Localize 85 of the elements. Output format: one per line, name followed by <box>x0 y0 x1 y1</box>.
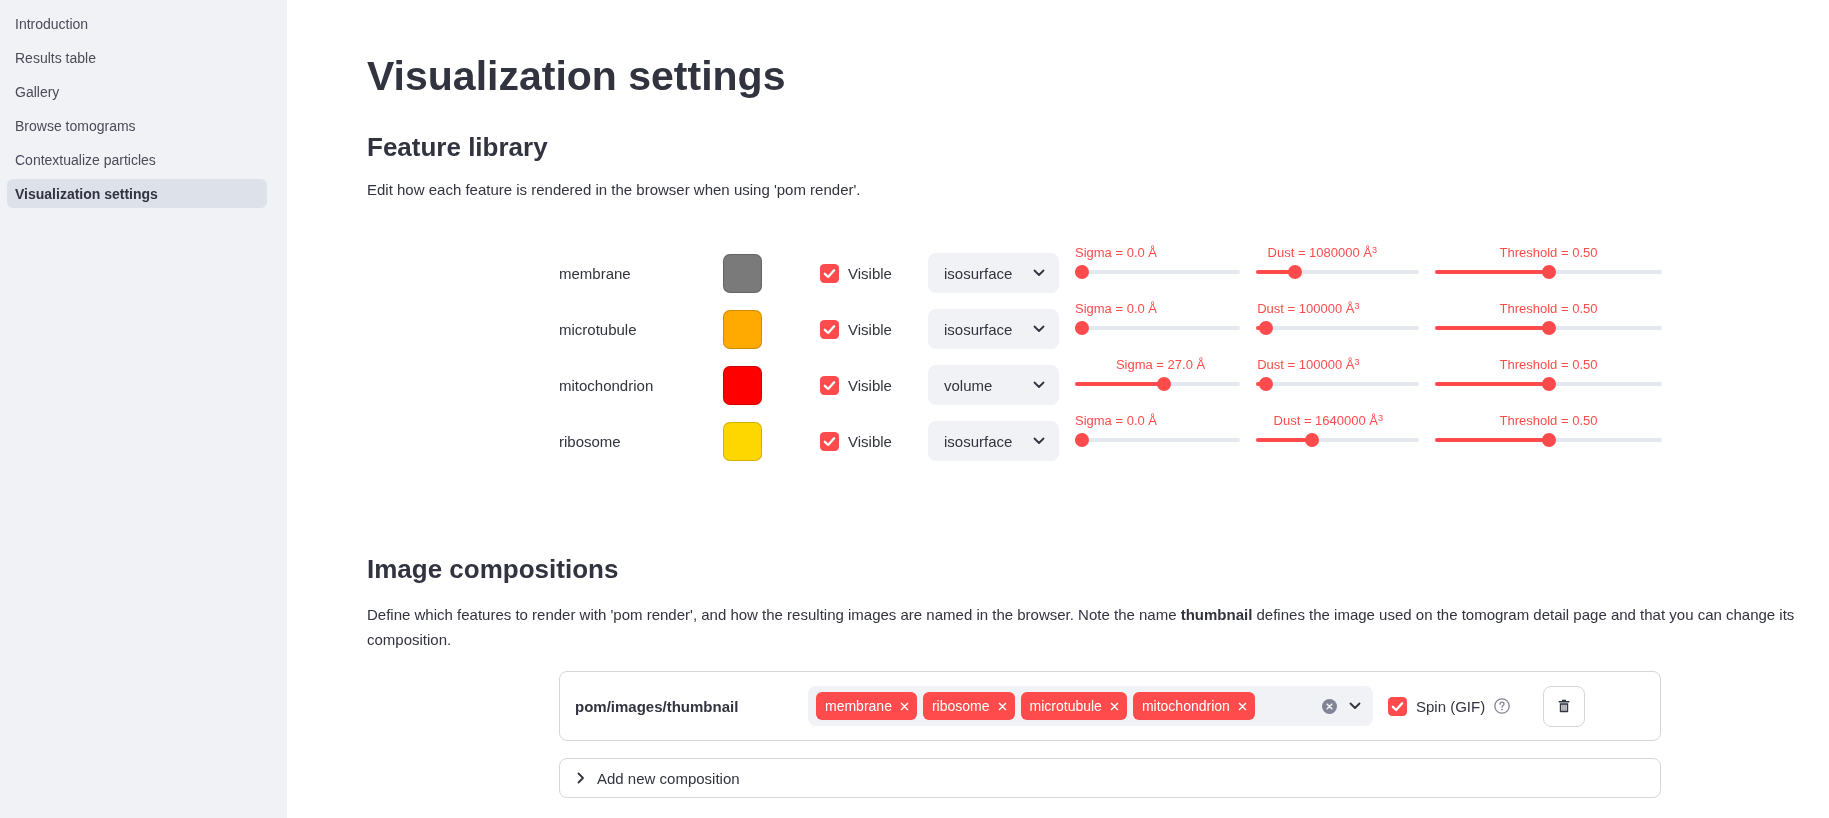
checkbox-label[interactable]: Visible <box>848 264 892 282</box>
slider-label: Threshold = 0.50 <box>1499 300 1598 318</box>
slider-label: Threshold = 0.50 <box>1499 412 1598 430</box>
slider-thumb[interactable] <box>1258 321 1273 335</box>
close-icon[interactable] <box>997 701 1007 711</box>
checkbox[interactable] <box>1388 696 1407 716</box>
slider-thumb[interactable] <box>1288 265 1303 279</box>
slider-thumb[interactable] <box>1541 377 1556 391</box>
sidebar-item[interactable]: Introduction <box>7 9 267 38</box>
chevron-down-icon[interactable] <box>1033 437 1045 445</box>
slider[interactable] <box>1256 377 1419 391</box>
sidebar-item[interactable]: Gallery <box>7 77 267 106</box>
page-title: Visualization settings <box>367 52 787 101</box>
slider[interactable] <box>1435 265 1662 279</box>
slider-label: Dust = 100000 Å$^{3}$ <box>1257 356 1360 374</box>
checkbox[interactable] <box>820 319 839 339</box>
sidebar-item[interactable]: Contextualize particles <box>7 145 267 174</box>
slider-label: Dust = 1640000 Å$^{3}$ <box>1273 412 1384 430</box>
slider[interactable] <box>1075 265 1240 279</box>
composition-name: pom/images/thumbnail <box>575 697 740 715</box>
slider[interactable] <box>1256 433 1419 447</box>
delete-button[interactable] <box>1543 685 1585 727</box>
chevron-down-icon[interactable] <box>1349 702 1361 710</box>
section-description: Edit how each feature is rendered in the browser when using 'pom render'. <box>367 180 862 200</box>
sidebar-item[interactable]: Browse tomograms <box>7 111 267 140</box>
add-composition-expander[interactable]: Add new composition <box>559 758 1661 798</box>
slider[interactable] <box>1075 433 1240 447</box>
close-icon[interactable] <box>899 701 909 711</box>
slider-label: Threshold = 0.50 <box>1499 356 1598 374</box>
slider-thumb[interactable] <box>1075 321 1089 335</box>
color-swatch-icon[interactable] <box>723 253 762 293</box>
render-mode-select[interactable]: isosurface <box>928 421 1059 461</box>
slider[interactable] <box>1075 377 1240 391</box>
feature-name: membrane <box>559 264 632 282</box>
slider[interactable] <box>1256 321 1419 335</box>
checkbox-label[interactable]: Visible <box>848 432 892 450</box>
slider-label: Sigma = 27.0 Å <box>1115 356 1206 374</box>
render-mode-select[interactable]: isosurface <box>928 253 1059 293</box>
section-heading: Image compositions <box>367 553 620 586</box>
close-icon[interactable] <box>1109 701 1119 711</box>
chevron-down-icon[interactable] <box>1033 269 1045 277</box>
slider[interactable] <box>1435 433 1662 447</box>
slider-label: Sigma = 0.0 Å <box>1075 412 1158 430</box>
checkbox-label[interactable]: Visible <box>848 376 892 394</box>
render-mode-select[interactable]: isosurface <box>928 309 1059 349</box>
checkbox[interactable] <box>820 263 839 283</box>
checkbox[interactable] <box>820 431 839 451</box>
slider-label: Dust = 100000 Å$^{3}$ <box>1257 300 1360 318</box>
slider[interactable] <box>1256 265 1419 279</box>
slider-label: Threshold = 0.50 <box>1499 244 1598 262</box>
checkbox[interactable] <box>820 375 839 395</box>
chevron-down-icon[interactable] <box>1033 325 1045 333</box>
slider-label: Dust = 1080000 Å$^{3}$ <box>1267 244 1378 262</box>
chevron-down-icon[interactable] <box>1033 381 1045 389</box>
slider[interactable] <box>1075 321 1240 335</box>
chevron-right-icon[interactable] <box>577 772 585 784</box>
slider-thumb[interactable] <box>1156 377 1171 391</box>
clear-icon[interactable] <box>1322 698 1337 714</box>
slider-thumb[interactable] <box>1075 265 1089 279</box>
slider-label: Sigma = 0.0 Å <box>1075 300 1158 318</box>
section-heading: Feature library <box>367 131 549 164</box>
feature-name: microtubule <box>559 320 638 338</box>
slider-label: Sigma = 0.0 Å <box>1075 244 1158 262</box>
color-swatch-icon[interactable] <box>723 365 762 405</box>
checkbox-label[interactable]: Visible <box>848 320 892 338</box>
slider[interactable] <box>1435 377 1662 391</box>
trash-icon[interactable] <box>1558 699 1570 713</box>
slider-thumb[interactable] <box>1258 377 1273 391</box>
render-mode-select[interactable]: volume <box>928 365 1059 405</box>
checkbox-label[interactable]: Spin (GIF) <box>1416 697 1486 715</box>
sidebar-item[interactable]: Results table <box>7 43 267 72</box>
slider-thumb[interactable] <box>1541 321 1556 335</box>
close-icon[interactable] <box>1237 701 1247 711</box>
slider-thumb[interactable] <box>1541 265 1556 279</box>
slider[interactable] <box>1435 321 1662 335</box>
color-swatch-icon[interactable] <box>723 309 762 349</box>
slider-thumb[interactable] <box>1541 433 1556 447</box>
help-icon[interactable] <box>1494 698 1511 714</box>
color-swatch-icon[interactable] <box>723 421 762 461</box>
slider-thumb[interactable] <box>1075 433 1089 447</box>
sidebar-item[interactable]: Visualization settings <box>7 179 267 208</box>
section-description: Define which features to render with 'pom render', and how the resulting images are named in the browser. Note the name thumbnail defines the image used on the tomogram detail page and that you can change its composition. <box>367 605 1796 650</box>
slider-thumb[interactable] <box>1304 433 1319 447</box>
feature-name: ribosome <box>559 432 622 450</box>
feature-name: mitochondrion <box>559 376 655 394</box>
